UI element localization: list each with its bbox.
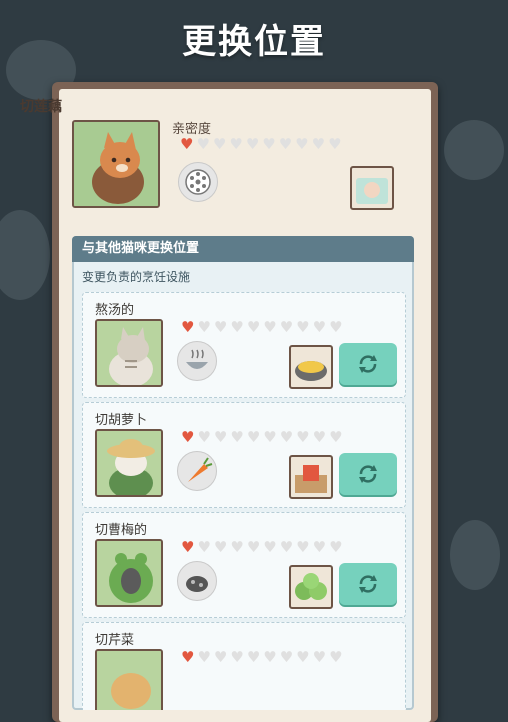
cat-card: 切胡萝卜 ♥ ♥ ♥ ♥ ♥ ♥ ♥ ♥ ♥ ♥ [82, 402, 406, 508]
heart-icon: ♥ [279, 648, 294, 666]
soup-bowl-icon [177, 341, 217, 381]
heart-icon: ♥ [181, 318, 195, 336]
cat-card: 熬汤的 ♥ ♥ ♥ ♥ ♥ ♥ ♥ ♥ ♥ ♥ [82, 292, 406, 398]
heart-icon: ♥ [296, 428, 310, 446]
swap-icon [359, 355, 377, 373]
heart-icon: ♥ [329, 648, 343, 666]
heart-icon: ♥ [246, 318, 261, 336]
heart-icon: ♥ [180, 135, 194, 153]
heart-icon: ♥ [279, 318, 294, 336]
heart-icon: ♥ [279, 538, 294, 556]
cat-hearts: ♥ ♥ ♥ ♥ ♥ ♥ ♥ ♥ ♥ ♥ [181, 319, 343, 335]
page-title: 更换位置 [182, 22, 326, 62]
cabbage-icon [289, 565, 333, 609]
heart-icon: ♥ [213, 648, 228, 666]
swap-button[interactable] [339, 563, 397, 605]
heart-icon: ♥ [246, 538, 261, 556]
background-doodle [0, 210, 50, 300]
heart-icon: ♥ [230, 318, 244, 336]
cat-hearts: ♥ ♥ ♥ ♥ ♥ ♥ ♥ ♥ ♥ ♥ [181, 539, 343, 555]
heart-icon: ♥ [263, 648, 277, 666]
swap-section-subtitle: 变更负责的烹饪设施 [82, 270, 191, 284]
background-doodle [450, 520, 500, 590]
heart-icon: ♥ [329, 428, 343, 446]
cat-hearts: ♥ ♥ ♥ ♥ ♥ ♥ ♥ ♥ ♥ ♥ [181, 649, 343, 665]
carrot-icon [177, 451, 217, 491]
heart-icon: ♥ [312, 318, 327, 336]
swap-section: 与其他猫咪更换位置 变更负责的烹饪设施 熬汤的 ♥ ♥ ♥ ♥ ♥ ♥ ♥ ♥ … [72, 236, 414, 710]
cat-card: 切曹梅的 ♥ ♥ ♥ ♥ ♥ ♥ ♥ ♥ ♥ ♥ [82, 512, 406, 618]
cat-card-name: 熬汤的 [95, 303, 135, 318]
heart-icon: ♥ [263, 428, 277, 446]
swap-button[interactable] [339, 343, 397, 385]
heart-icon: ♥ [311, 135, 326, 153]
heart-icon: ♥ [229, 135, 243, 153]
heart-icon: ♥ [278, 135, 293, 153]
swap-icon [359, 575, 377, 593]
heart-icon: ♥ [296, 538, 310, 556]
heart-icon: ♥ [197, 318, 211, 336]
heart-icon: ♥ [263, 538, 277, 556]
heart-icon: ♥ [246, 428, 261, 446]
heart-icon: ♥ [197, 538, 211, 556]
cat-card-name: 切胡萝卜 [95, 413, 148, 428]
heart-icon: ♥ [197, 428, 211, 446]
heart-icon: ♥ [230, 538, 244, 556]
heart-icon: ♥ [230, 428, 244, 446]
heart-icon: ♥ [246, 648, 261, 666]
soup-pot-icon [289, 345, 333, 389]
current-cat-name: 切莲藕 [20, 99, 62, 115]
heart-icon: ♥ [230, 648, 244, 666]
heart-icon: ♥ [245, 135, 260, 153]
cat-card: 切芹菜 ♥ ♥ ♥ ♥ ♥ ♥ ♥ ♥ ♥ ♥ [82, 622, 406, 710]
swap-button[interactable] [339, 453, 397, 495]
swap-section-header: 与其他猫咪更换位置 [72, 236, 414, 262]
heart-icon: ♥ [213, 428, 228, 446]
heart-icon: ♥ [312, 538, 327, 556]
heart-icon: ♥ [181, 648, 195, 666]
heart-icon: ♥ [312, 648, 327, 666]
heart-icon: ♥ [213, 538, 228, 556]
heart-icon: ♥ [181, 538, 195, 556]
cat-portrait [95, 539, 163, 607]
heart-icon: ♥ [196, 135, 210, 153]
heart-icon: ♥ [328, 135, 342, 153]
heart-icon: ♥ [279, 428, 294, 446]
heart-icon: ♥ [329, 538, 343, 556]
cat-portrait [95, 319, 163, 387]
cat-card-name: 切芹菜 [95, 633, 135, 648]
heart-icon: ♥ [181, 428, 195, 446]
heart-icon: ♥ [262, 135, 276, 153]
heart-icon: ♥ [197, 648, 211, 666]
lotus-root-icon [178, 162, 218, 202]
heart-icon: ♥ [312, 428, 327, 446]
heart-icon: ♥ [263, 318, 277, 336]
heart-icon: ♥ [295, 135, 309, 153]
cat-portrait [95, 649, 163, 710]
heart-icon: ♥ [296, 318, 310, 336]
cat-portrait [95, 429, 163, 497]
heart-icon: ♥ [296, 648, 310, 666]
heart-icon: ♥ [212, 135, 227, 153]
swap-icon [359, 465, 377, 483]
carrot-board-icon [289, 455, 333, 499]
current-cat-portrait [72, 120, 160, 208]
pickled-plum-icon [177, 561, 217, 601]
cat-card-name: 切曹梅的 [95, 523, 148, 538]
cat-hearts: ♥ ♥ ♥ ♥ ♥ ♥ ♥ ♥ ♥ ♥ [181, 429, 343, 445]
heart-icon: ♥ [213, 318, 228, 336]
cutting-board-station-icon [350, 166, 394, 210]
background-doodle [444, 120, 504, 180]
current-cat-hearts: ♥ ♥ ♥ ♥ ♥ ♥ ♥ ♥ ♥ ♥ [180, 136, 342, 152]
heart-icon: ♥ [329, 318, 343, 336]
